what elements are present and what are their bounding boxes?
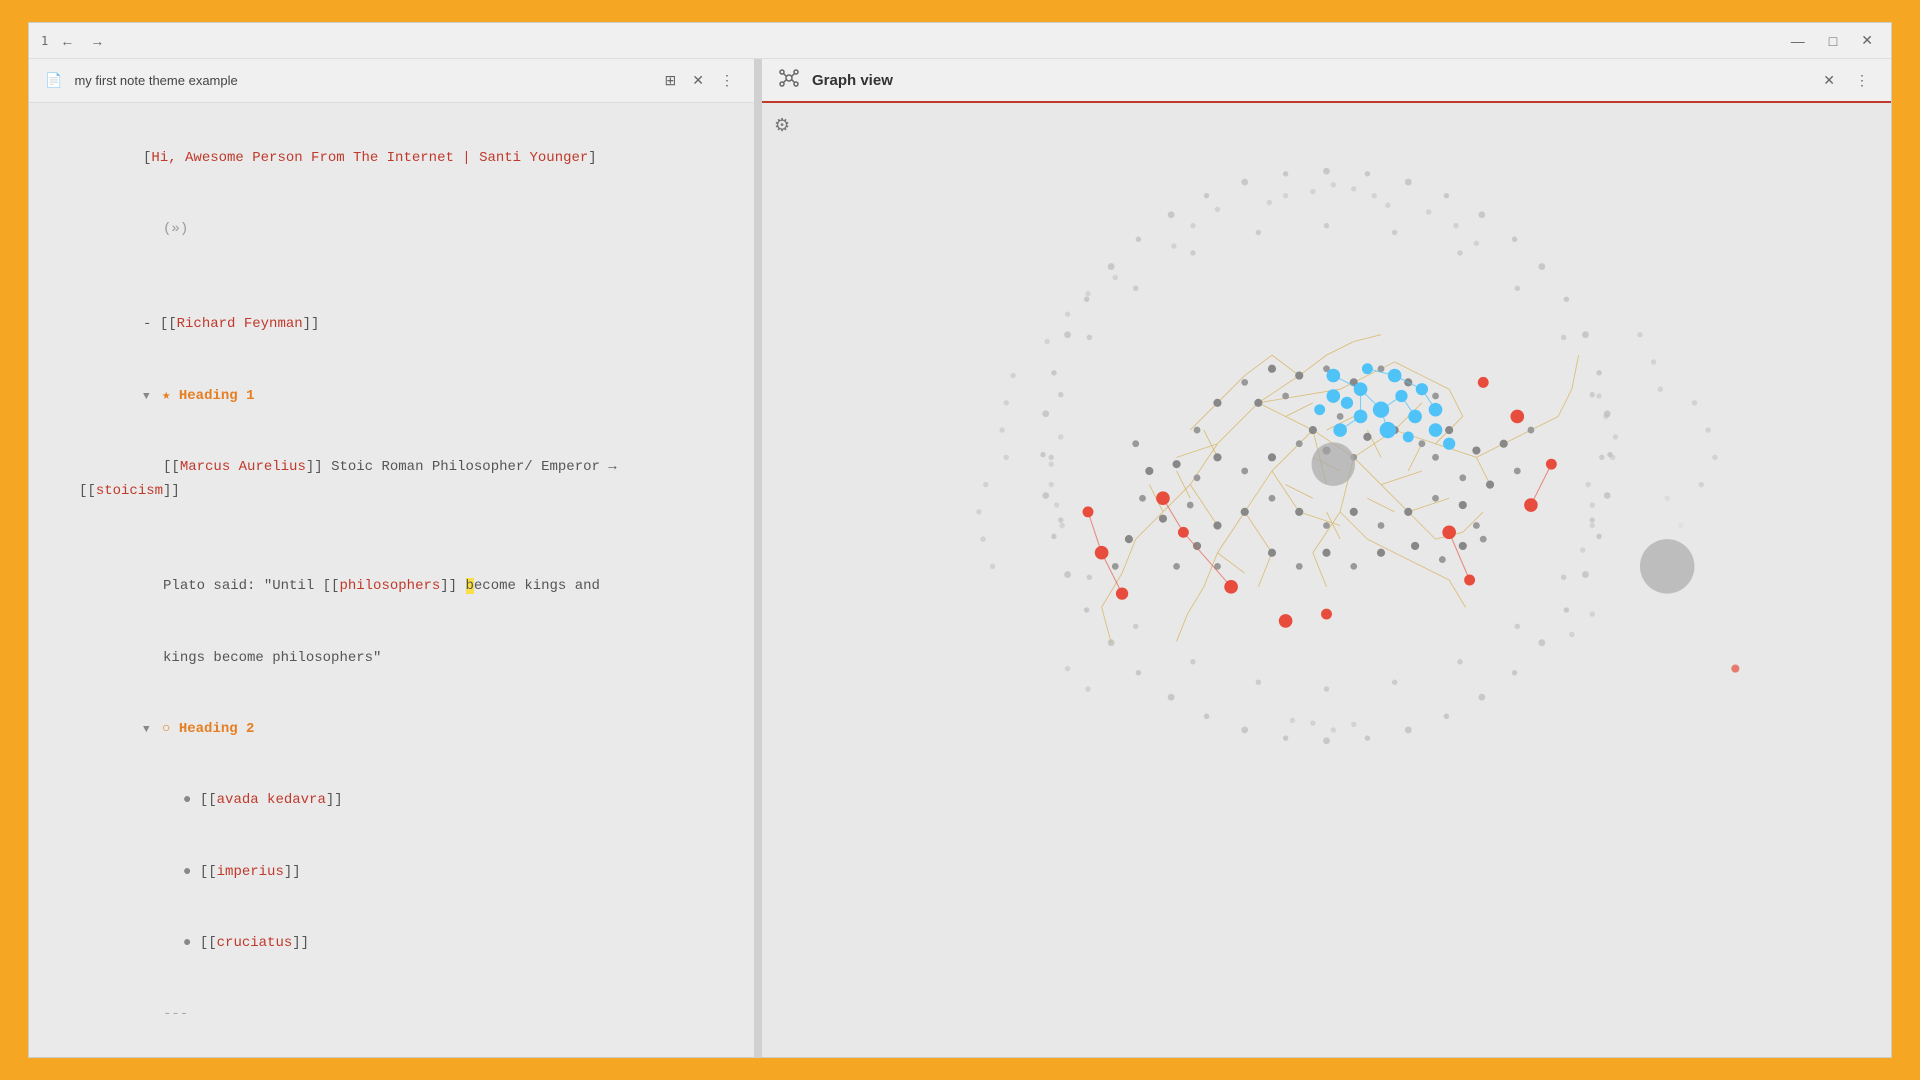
editor-actions: ⊞ ✕ ⋮ <box>661 70 738 91</box>
blue-cluster <box>1314 363 1455 450</box>
alias-sub: (») <box>163 221 188 237</box>
graph-close-button[interactable]: ✕ <box>1817 70 1841 91</box>
network-edges <box>1102 335 1579 643</box>
maximize-button[interactable]: □ <box>1823 31 1843 51</box>
collapse-arrow-1[interactable]: ▼ <box>143 391 150 403</box>
imperius-link: imperius <box>217 864 284 880</box>
title-bar: 1 ← → — □ ✕ <box>29 23 1891 59</box>
graph-panel: Graph view ✕ ⋮ ⚙ <box>762 59 1891 1057</box>
editor-title: my first note theme example <box>74 73 648 88</box>
marcus-link: Marcus Aurelius <box>180 459 306 475</box>
editor-close-button[interactable]: ✕ <box>688 70 708 91</box>
philosophers-link: philosophers <box>339 578 440 594</box>
editor-line-marcus: [[Marcus Aurelius]] Stoic Roman Philosop… <box>59 432 724 527</box>
editor-header: 📄 my first note theme example ⊞ ✕ ⋮ <box>29 59 754 103</box>
bullet-dot-2: ● <box>183 864 191 880</box>
graph-visualization <box>762 103 1891 1057</box>
editor-line-avada: ● [[avada kedavra]] <box>59 766 724 837</box>
editor-line-imperius: ● [[imperius]] <box>59 837 724 908</box>
editor-panel: 📄 my first note theme example ⊞ ✕ ⋮ [Hi,… <box>29 59 754 1057</box>
heading1-star: ★ <box>162 388 170 404</box>
editor-layout-button[interactable]: ⊞ <box>661 70 681 91</box>
minimize-button[interactable]: — <box>1785 31 1811 51</box>
window-controls: — □ ✕ <box>1785 30 1879 51</box>
editor-line-heading1: ▼ ★ Heading 1 <box>59 361 724 432</box>
editor-line-2: (») <box>59 194 724 265</box>
editor-content[interactable]: [Hi, Awesome Person From The Internet | … <box>29 103 754 1057</box>
richard-feynman-link: Richard Feynman <box>177 316 303 332</box>
bullet-dot-1: ● <box>183 792 191 808</box>
editor-line-plato2: kings become philosophers" <box>59 623 724 694</box>
back-button[interactable]: ← <box>56 31 78 51</box>
editor-line-cruciatus: ● [[cruciatus]] <box>59 908 724 979</box>
graph-content[interactable]: ⚙ <box>762 103 1891 1057</box>
editor-more-button[interactable]: ⋮ <box>716 70 738 91</box>
cruciatus-link: cruciatus <box>217 935 293 951</box>
content-area: 📄 my first note theme example ⊞ ✕ ⋮ [Hi,… <box>29 59 1891 1057</box>
graph-settings-button[interactable]: ⚙ <box>774 115 790 136</box>
forward-button[interactable]: → <box>86 31 108 51</box>
become-highlight: b <box>466 578 474 594</box>
editor-separator-1: --- <box>59 980 724 1051</box>
graph-more-button[interactable]: ⋮ <box>1849 70 1875 91</box>
isolated-red-node <box>1731 664 1739 672</box>
tab-number: 1 <box>41 34 48 48</box>
large-node-right <box>1640 539 1695 594</box>
main-window: 1 ← → — □ ✕ 📄 my first note theme exampl… <box>28 22 1892 1058</box>
sep-1: --- <box>163 1006 188 1022</box>
title-bar-left: 1 ← → <box>41 31 108 51</box>
graph-header: Graph view ✕ ⋮ <box>762 59 1891 103</box>
graph-view-title: Graph view <box>812 72 1805 89</box>
peripheral-dots <box>1044 182 1683 733</box>
graph-view-icon <box>778 67 800 94</box>
inner-nodes <box>1112 365 1534 570</box>
collapse-arrow-2[interactable]: ▼ <box>143 724 150 736</box>
alias-link-text: Hi, Awesome Person From The Internet | S… <box>151 150 588 166</box>
graph-actions: ✕ ⋮ <box>1817 70 1875 91</box>
heading2-label: Heading 2 <box>179 721 255 737</box>
close-window-button[interactable]: ✕ <box>1855 30 1879 51</box>
document-icon: 📄 <box>45 73 62 89</box>
editor-line-heading2: ▼ ○ Heading 2 <box>59 694 724 765</box>
heading1-label: Heading 1 <box>179 388 255 404</box>
editor-line-plato1: Plato said: "Until [[philosophers]] beco… <box>59 551 724 622</box>
stoicism-link: stoicism <box>96 483 163 499</box>
panel-divider[interactable] <box>754 59 762 1057</box>
editor-line-1: [Hi, Awesome Person From The Internet | … <box>59 123 724 194</box>
heading2-circle: ○ <box>162 721 170 737</box>
editor-line-empty-2 <box>59 528 724 552</box>
avada-link: avada kedavra <box>217 792 326 808</box>
editor-line-empty-3 <box>59 1051 724 1057</box>
editor-line-4: - [[Richard Feynman]] <box>59 290 724 361</box>
bullet-dot-3: ● <box>183 935 191 951</box>
editor-line-empty-1 <box>59 266 724 290</box>
